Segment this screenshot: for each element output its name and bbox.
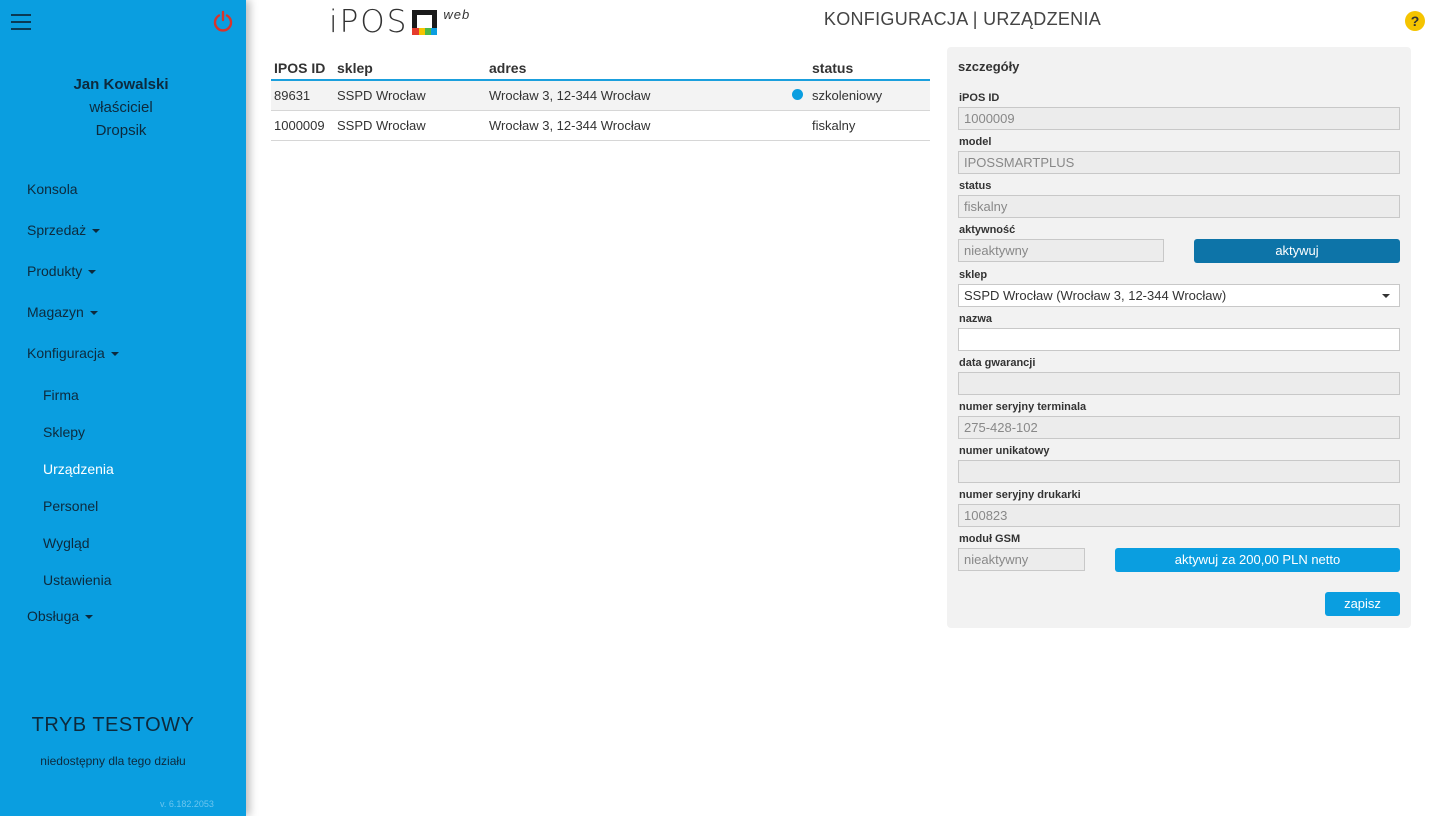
printer-serial-field: 100823 [958, 504, 1400, 527]
cell-address: Wrocław 3, 12-344 Wrocław [489, 88, 651, 103]
sidebar-subitem-personel[interactable]: Personel [0, 492, 246, 529]
sidebar-item-magazyn[interactable]: Magazyn [0, 301, 246, 342]
column-header-id[interactable]: IPOS ID [271, 56, 337, 79]
column-header-shop[interactable]: sklep [337, 56, 489, 79]
sidebar-subitem-label: Sklepy [43, 424, 86, 440]
user-info: Jan Kowalski właściciel Dropsik [0, 74, 242, 142]
app-root: Jan Kowalski właściciel Dropsik Konsola … [0, 0, 1435, 816]
column-header-address[interactable]: adres [489, 56, 789, 79]
cell-shop: SSPD Wrocław [337, 118, 426, 133]
power-icon[interactable] [212, 10, 234, 32]
sidebar-item-konfiguracja[interactable]: Konfiguracja [0, 342, 246, 381]
chevron-down-icon [1382, 294, 1390, 298]
activate-button[interactable]: aktywuj [1194, 239, 1400, 263]
cell-status: fiskalny [812, 118, 856, 133]
status-dot-icon [792, 89, 803, 100]
gsm-label: moduł GSM [959, 533, 1021, 545]
sidebar-item-label: Konsola [27, 181, 78, 197]
sidebar-nav: Konsola Sprzedaż Produkty Magazyn Konfig… [0, 178, 246, 646]
cell-shop: SSPD Wrocław [337, 88, 426, 103]
unique-number-field [958, 460, 1400, 483]
activity-field: nieaktywny [958, 239, 1164, 262]
sidebar-item-label: Produkty [27, 263, 83, 279]
sidebar-subitem-label: Personel [43, 498, 99, 514]
cell-id: 89631 [274, 88, 311, 103]
terminal-serial-label: numer seryjny terminala [959, 401, 1087, 413]
sidebar-subitem-firma[interactable]: Firma [0, 381, 246, 418]
devices-table: IPOS ID sklep adres status 89631 SSPD Wr… [271, 56, 930, 141]
details-panel: szczegóły iPOS ID 1000009 model IPOSSMAR… [947, 47, 1411, 628]
logo-text: iPOS [329, 4, 409, 40]
table-header: IPOS ID sklep adres status [271, 56, 930, 81]
version-label: v. 6.182.2053 [160, 799, 214, 809]
ipos-id-field: 1000009 [958, 107, 1400, 130]
sidebar-item-sprzedaz[interactable]: Sprzedaż [0, 219, 246, 260]
logo-web-suffix: web [443, 7, 471, 22]
user-company: Dropsik [95, 122, 147, 139]
caret-down-icon [85, 615, 94, 620]
caret-down-icon [110, 352, 119, 357]
caret-down-icon [88, 270, 97, 275]
column-header-spacer [789, 56, 812, 79]
sidebar-subitem-label: Ustawienia [43, 572, 112, 588]
caret-down-icon [89, 311, 98, 316]
test-mode-label: TRYB TESTOWY [31, 714, 195, 736]
status-field: fiskalny [958, 195, 1400, 218]
shop-select-value: SSPD Wrocław (Wrocław 3, 12-344 Wrocław) [964, 288, 1227, 303]
sidebar-subitem-label: Firma [43, 387, 79, 403]
sidebar-item-label: Obsługa [27, 608, 80, 624]
caret-down-icon [92, 229, 101, 234]
sidebar-item-label: Konfiguracja [27, 345, 105, 361]
model-label: model [959, 136, 992, 148]
sidebar-subitem-label: Urządzenia [43, 461, 114, 477]
ipos-logo[interactable]: iPOS web [329, 4, 470, 40]
cell-address: Wrocław 3, 12-344 Wrocław [489, 118, 651, 133]
cell-status: szkoleniowy [812, 88, 883, 103]
sidebar-item-produkty[interactable]: Produkty [0, 260, 246, 301]
sidebar: Jan Kowalski właściciel Dropsik Konsola … [0, 0, 246, 816]
cell-id: 1000009 [274, 118, 325, 133]
sidebar-item-obsluga[interactable]: Obsługa [0, 605, 246, 646]
cell-indicator [789, 88, 812, 103]
warranty-field [958, 372, 1400, 395]
name-input[interactable] [958, 328, 1400, 351]
unique-number-label: numer unikatowy [959, 445, 1050, 457]
table-row[interactable]: 89631 SSPD Wrocław Wrocław 3, 12-344 Wro… [271, 81, 930, 111]
table-body: 89631 SSPD Wrocław Wrocław 3, 12-344 Wro… [271, 81, 930, 141]
user-role: właściciel [89, 99, 153, 116]
menu-icon[interactable] [11, 14, 31, 30]
save-button[interactable]: zapisz [1325, 592, 1400, 616]
sidebar-subitem-ustawienia[interactable]: Ustawienia [0, 566, 246, 603]
printer-serial-label: numer seryjny drukarki [959, 489, 1081, 501]
table-row[interactable]: 1000009 SSPD Wrocław Wrocław 3, 12-344 W… [271, 111, 930, 141]
sidebar-subitem-urzadzenia[interactable]: Urządzenia [0, 455, 246, 492]
sidebar-item-label: Magazyn [27, 304, 84, 320]
model-field: IPOSSMARTPLUS [958, 151, 1400, 174]
status-label: status [959, 180, 992, 192]
activate-gsm-button[interactable]: aktywuj za 200,00 PLN netto [1115, 548, 1400, 572]
shop-select[interactable]: SSPD Wrocław (Wrocław 3, 12-344 Wrocław) [958, 284, 1400, 307]
terminal-serial-field: 275-428-102 [958, 416, 1400, 439]
sidebar-subitem-label: Wygląd [43, 535, 90, 551]
ipos-id-label: iPOS ID [959, 92, 1000, 104]
user-name: Jan Kowalski [73, 76, 169, 93]
details-title: szczegóły [958, 59, 1020, 74]
sidebar-subitem-sklepy[interactable]: Sklepy [0, 418, 246, 455]
test-mode-note: niedostępny dla tego działu [40, 754, 186, 768]
shop-label: sklep [959, 269, 988, 281]
sidebar-subitem-wyglad[interactable]: Wygląd [0, 529, 246, 566]
gsm-field: nieaktywny [958, 548, 1085, 571]
activity-label: aktywność [959, 224, 1016, 236]
warranty-label: data gwarancji [959, 357, 1036, 369]
logo-square-icon [412, 10, 438, 35]
page-title: KONFIGURACJA | URZĄDZENIA [823, 9, 1102, 29]
help-icon[interactable]: ? [1405, 11, 1425, 31]
column-header-status[interactable]: status [812, 56, 930, 79]
sidebar-item-label: Sprzedaż [27, 222, 87, 238]
name-label: nazwa [959, 313, 993, 325]
sidebar-item-konsola[interactable]: Konsola [0, 178, 246, 219]
